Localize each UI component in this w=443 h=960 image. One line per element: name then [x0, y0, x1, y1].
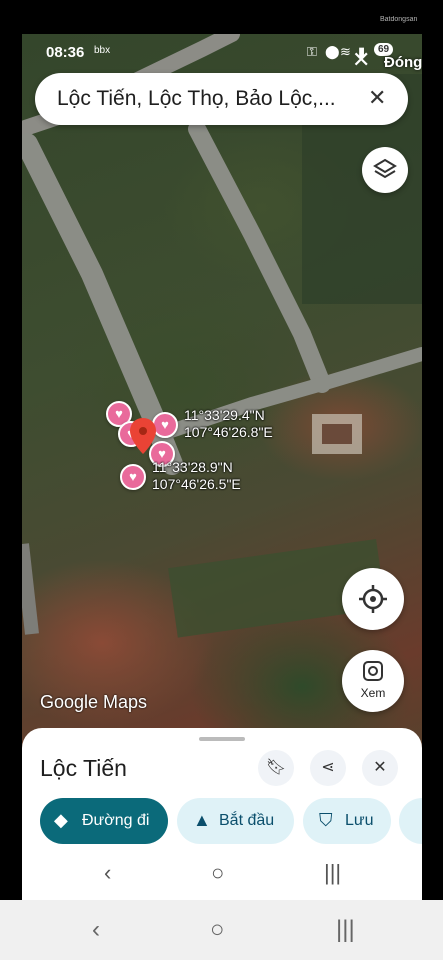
share-button[interactable]: ⋖ [310, 750, 346, 786]
more-chip[interactable] [399, 798, 422, 844]
close-ad-button[interactable]: Đóng [384, 54, 422, 71]
favorite-marker[interactable]: ♥ [120, 464, 146, 490]
top-frame [0, 0, 443, 34]
location-icon: ⬤ [325, 44, 340, 59]
key-icon: ⚿ [307, 44, 317, 59]
ad-watermark: Batdongsan [380, 16, 418, 23]
close-sheet-button[interactable]: ✕ [362, 750, 398, 786]
left-frame [0, 0, 22, 900]
view-label: Xem [360, 686, 386, 700]
save-label: Lưu [345, 812, 374, 829]
google-maps-logo: Google Maps [40, 692, 148, 712]
bookmark-outline-icon: ⛉ [319, 810, 333, 830]
my-location-button[interactable] [342, 568, 404, 630]
coord2-lon: 107°46'26.5"E [152, 476, 241, 492]
home-icon[interactable]: ○ [211, 860, 224, 886]
save-button[interactable]: ⛉ Lưu [303, 798, 391, 844]
share-icon: ⋖ [321, 759, 335, 776]
system-nav-bar: ‹ ○ ||| [0, 900, 443, 960]
directions-icon: ◆ [54, 810, 68, 830]
view-button[interactable]: Xem [342, 650, 404, 712]
crosshair-icon [359, 585, 387, 613]
directions-label: Đường đi [82, 812, 150, 829]
status-time: 08:36 [46, 44, 85, 61]
start-button[interactable]: ▲ Bắt đầu [177, 798, 294, 844]
search-bar[interactable]: Lộc Tiến, Lộc Thọ, Bảo Lộc,... ✕ [35, 73, 408, 125]
coord1-lat: 11°33'29.4"N [184, 407, 265, 423]
right-frame [422, 0, 443, 900]
directions-button[interactable]: ◆ Đường đi [40, 798, 168, 844]
lens-icon [363, 661, 383, 681]
wifi-icon: ≋ [340, 44, 351, 59]
coord1-lon: 107°46'26.8"E [184, 424, 273, 440]
location-pin-icon[interactable] [130, 418, 156, 454]
back-icon[interactable]: ‹ [104, 860, 111, 886]
coord2-lat: 11°33'28.9"N [152, 459, 233, 475]
close-ad-icon[interactable]: ✕ [352, 47, 370, 73]
screenshot: 08:36 bbx ⚿ ⬤ ≋ ▮ 69 Batdongsan ✕ Đóng L… [0, 0, 443, 960]
inner-nav-bar: ‹ ○ ||| [22, 848, 422, 900]
clear-search-icon[interactable]: ✕ [368, 85, 386, 111]
system-home-icon[interactable]: ○ [210, 916, 225, 944]
place-title: Lộc Tiến [40, 755, 127, 781]
bookmark-icon: 🔖︎ [265, 759, 287, 776]
start-label: Bắt đầu [219, 812, 275, 829]
layers-icon [373, 158, 397, 179]
navigation-arrow-icon: ▲ [193, 810, 211, 830]
drag-handle[interactable] [199, 737, 245, 741]
notification-icon: bbx [94, 45, 111, 56]
search-input[interactable]: Lộc Tiến, Lộc Thọ, Bảo Lộc,... [57, 87, 347, 111]
system-recents-icon[interactable]: ||| [336, 916, 355, 944]
recents-icon[interactable]: ||| [324, 860, 341, 886]
system-back-icon[interactable]: ‹ [92, 916, 100, 944]
layers-button[interactable] [362, 147, 408, 193]
bookmark-button[interactable]: 🔖︎ [258, 750, 294, 786]
coordinate-label-1: 11°33'29.4"N 107°46'26.8"E [184, 407, 273, 441]
coordinate-label-2: 11°33'28.9"N 107°46'26.5"E [152, 459, 241, 493]
close-icon: ✕ [373, 759, 387, 776]
